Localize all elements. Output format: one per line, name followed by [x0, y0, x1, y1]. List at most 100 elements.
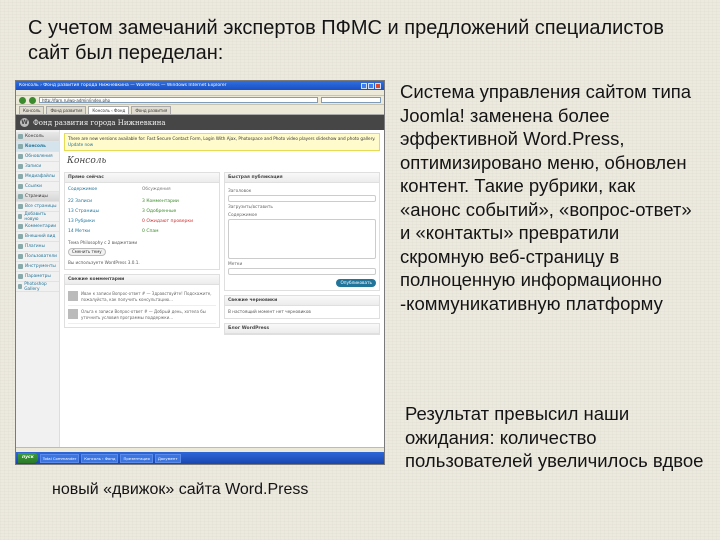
page-icon: [18, 204, 23, 209]
cms-screenshot: Консоль › Фонд развития города Нижневкин…: [15, 80, 385, 465]
comment-item: Иван к записи Вопрос-ответ # — Здравству…: [68, 288, 216, 306]
tools-icon: [18, 264, 23, 269]
wp-sidebar-label: Консоль: [25, 134, 44, 139]
wp-sidebar-label: Photoshop Gallery: [24, 281, 47, 292]
content-field: [228, 219, 376, 259]
wp-sidebar-item: Внешний вид: [16, 232, 59, 242]
dashboard-icon: [18, 144, 23, 149]
count-value: 0: [142, 218, 145, 224]
discussion-subheader: Обсуждения: [142, 187, 171, 192]
screenshot-caption: новый «движок» сайта Word.Press: [52, 481, 309, 498]
slide-title: С учетом замечаний экспертов ПФМС и пред…: [28, 17, 665, 64]
wp-sidebar-label: Страницы: [25, 194, 48, 199]
wp-sidebar-item: Пользователи: [16, 252, 59, 262]
count-value: 3: [142, 198, 145, 204]
tags-field: [228, 268, 376, 275]
stats-row: 14 Метки 0 Спам: [68, 226, 216, 236]
dashboard-title: Консоль: [67, 156, 107, 166]
browser-tab: Фонд развития: [131, 106, 172, 114]
description-cms-change: Система управления сайтом типа Joomla! з…: [400, 81, 692, 314]
quick-press-header: Быстрая публикация: [225, 173, 379, 183]
count-value: 13: [68, 218, 74, 224]
windows-taskbar: пуск Total Commander Консоль ‹ Фонд През…: [16, 452, 384, 464]
upload-label: Загрузить/вставить: [228, 205, 273, 210]
wp-admin-body: Консоль Консоль Обновления Записи Медиафайлы…: [16, 130, 384, 460]
content-count: 13 Рубрики: [68, 219, 142, 224]
count-value: 22: [68, 198, 74, 204]
recent-comments-box: Свежие комментарии Иван к записи Вопрос-…: [64, 274, 220, 328]
wp-sidebar-item: Photoshop Gallery: [16, 282, 59, 292]
count-value: 3: [142, 208, 145, 214]
appearance-icon: [18, 234, 23, 239]
wp-sidebar-label: Плагины: [25, 244, 45, 249]
wp-blog-header: Блог WordPress: [225, 324, 379, 334]
wp-sidebar-item: Параметры: [16, 272, 59, 282]
back-icon: [19, 96, 26, 104]
wp-sidebar-label: Инструменты: [25, 264, 56, 269]
content-label: Содержимое: [228, 213, 258, 218]
comment-text: Ольга к записи Вопрос-ответ # — Добрый д…: [81, 309, 206, 320]
wp-sidebar-item: Добавить новую: [16, 212, 59, 222]
wp-sidebar-item: Ссылки: [16, 182, 59, 192]
wp-site-name: Фонд развития города Нижневкина: [33, 118, 166, 127]
count-label: Рубрики: [75, 218, 95, 224]
discussion-count: 0 Спам: [142, 229, 159, 234]
count-label: Одобренные: [146, 208, 177, 214]
count-label: Записи: [75, 198, 93, 204]
discussion-count: 0 Ожидают проверки: [142, 219, 193, 224]
address-field: http://fgrn.ru/wp-admin/index.php: [39, 97, 318, 103]
dashboard-icon: [18, 134, 23, 139]
media-icon: [18, 174, 23, 179]
count-label: Метки: [75, 228, 91, 234]
stats-row: 13 Страницы 3 Одобренные: [68, 206, 216, 216]
browser-titlebar: Консоль › Фонд развития города Нижневкин…: [16, 81, 384, 90]
title-label: Заголовок: [228, 189, 252, 194]
count-value: 13: [68, 208, 74, 214]
maximize-icon: [368, 82, 374, 89]
taskbar-item: Документ: [154, 453, 181, 463]
wp-blog-box: Блог WordPress: [224, 323, 380, 335]
page-icon: [18, 214, 23, 219]
change-theme-button: Сменить тему: [68, 248, 106, 256]
settings-icon: [18, 274, 23, 279]
comment-text: Иван к записи Вопрос-ответ # — Здравству…: [81, 291, 212, 302]
wp-sidebar-label: Параметры: [25, 274, 51, 279]
quick-press-box: Быстрая публикация Заголовок Загрузить/в…: [224, 172, 380, 291]
browser-search-box: [321, 97, 381, 103]
recent-drafts-text: В настоящий момент нет черновиков: [228, 309, 311, 314]
content-count: 14 Метки: [68, 229, 142, 234]
title-field: [228, 195, 376, 202]
content-count: 13 Страницы: [68, 209, 142, 214]
wp-sidebar-item: Комментарии: [16, 222, 59, 232]
wordpress-logo-icon: W: [20, 118, 29, 127]
wp-sidebar-item: Медиафайлы: [16, 172, 59, 182]
right-now-box: Прямо сейчас Содержимое Обсуждения 22 За…: [64, 172, 220, 270]
comment-item: Ольга к записи Вопрос-ответ # — Добрый д…: [68, 306, 216, 324]
plugin-icon: [18, 244, 23, 249]
browser-tab-active: Консоль ‹ Фонд: [88, 106, 130, 114]
recent-drafts-box: Свежие черновики В настоящий момент нет …: [224, 295, 380, 319]
count-value: 14: [68, 228, 74, 234]
browser-title: Консоль › Фонд развития города Нижневкин…: [19, 83, 227, 88]
update-now-link: Update now: [68, 142, 94, 147]
comments-icon: [18, 224, 23, 229]
wp-sidebar-label: Медиафайлы: [25, 174, 55, 179]
count-label: Ожидают проверки: [146, 218, 194, 224]
content-subheader: Содержимое: [68, 187, 98, 192]
publish-button: Опубликовать: [336, 279, 376, 287]
wp-sidebar-label: Консоль: [25, 144, 46, 149]
discussion-count: 3 Комментарии: [142, 199, 179, 204]
stats-row: 13 Рубрики 0 Ожидают проверки: [68, 216, 216, 226]
wp-admin-header: W Фонд развития города Нижневкина: [16, 115, 384, 130]
avatar: [68, 309, 78, 319]
tags-label: Метки: [228, 262, 243, 267]
update-notice: There are new versions available for: Fa…: [64, 133, 380, 151]
wp-sidebar-item: Плагины: [16, 242, 59, 252]
wp-sidebar: Консоль Консоль Обновления Записи Медиафайлы…: [16, 130, 60, 460]
recent-drafts-header: Свежие черновики: [225, 296, 379, 306]
browser-tabs: Консоль Фонд развития Консоль ‹ Фонд Фон…: [16, 105, 384, 115]
wp-sidebar-label: Ссылки: [25, 184, 42, 189]
page-icon: [18, 194, 23, 199]
wp-sidebar-label: Внешний вид: [25, 234, 56, 239]
link-icon: [18, 184, 23, 189]
